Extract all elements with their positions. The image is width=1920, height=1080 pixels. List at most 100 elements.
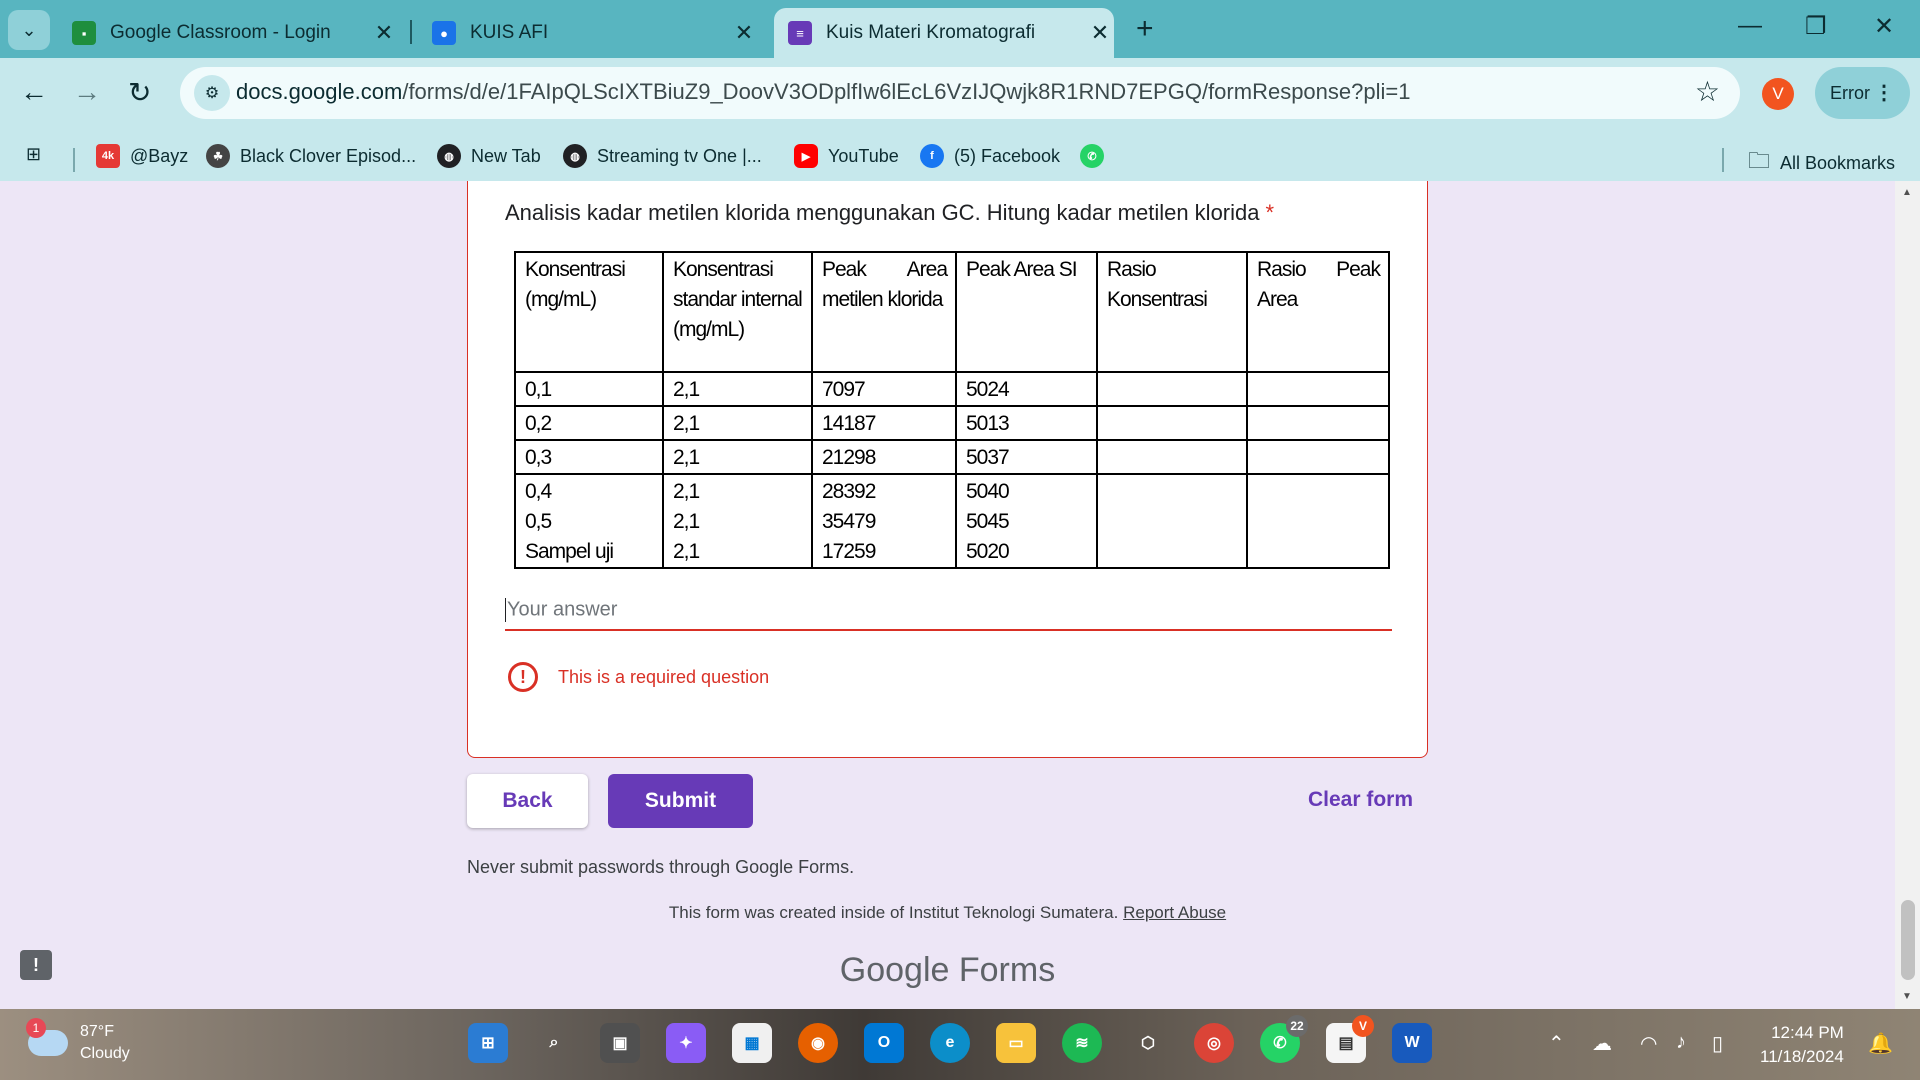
scroll-thumb[interactable] — [1901, 900, 1915, 980]
report-abuse-link[interactable]: Report Abuse — [1123, 903, 1226, 922]
question-title: Analisis kadar metilen klorida menggunak… — [505, 200, 1274, 226]
chevron-up-icon[interactable]: ⌃ — [1548, 1031, 1565, 1056]
cell-line: 5020 — [966, 540, 1010, 563]
back-button[interactable]: Back — [467, 774, 588, 828]
feedback-icon[interactable]: ! — [20, 950, 52, 980]
answer-input[interactable]: Your answer — [505, 583, 1392, 631]
tab-google-classroom[interactable]: ▪ Google Classroom - Login ✕ — [58, 8, 398, 58]
table-cell — [1246, 473, 1390, 569]
file-explorer-icon[interactable]: ▭ — [996, 1023, 1036, 1063]
password-warning: Never submit passwords through Google Fo… — [467, 857, 855, 877]
url-text[interactable]: docs.google.com/forms/d/e/1FAIpQLScIXTBi… — [236, 79, 1410, 105]
header-konsentrasi-standar: Konsentrasi standar internal (mg/mL) — [662, 251, 813, 373]
firefox-icon[interactable]: ◉ — [798, 1023, 838, 1063]
weather-widget[interactable]: 1 87°F Cloudy — [26, 1018, 130, 1065]
table-header-row: Konsentrasi (mg/mL) Konsentrasi standar … — [514, 251, 1390, 373]
task-view-icon[interactable]: ▣ — [600, 1023, 640, 1063]
bookmark-whatsapp[interactable]: ✆ — [1080, 144, 1114, 168]
table-cell: 5013 — [955, 405, 1098, 441]
volume-icon[interactable]: ♪ — [1676, 1031, 1686, 1054]
bookmark-facebook[interactable]: f (5) Facebook — [920, 144, 1060, 168]
bookmark-label: YouTube — [828, 145, 899, 166]
error-alert-icon: ! — [508, 662, 538, 692]
reload-icon[interactable]: ↻ — [128, 76, 151, 109]
minimize-button[interactable]: — — [1738, 12, 1762, 40]
bookmark-streaming-tv-one[interactable]: ◍ Streaming tv One |... — [563, 144, 762, 168]
tab-search-button[interactable]: ⌄ — [8, 10, 50, 50]
all-bookmarks-label: All Bookmarks — [1780, 152, 1896, 173]
bookmark-label: (5) Facebook — [954, 145, 1061, 166]
created-text: This form was created inside of Institut… — [668, 903, 1119, 922]
profile-avatar[interactable]: V — [1762, 78, 1794, 110]
google-forms-logo[interactable]: Google Forms — [0, 951, 1895, 990]
word-icon[interactable]: W — [1392, 1023, 1432, 1063]
battery-icon[interactable]: ▯ — [1712, 1031, 1723, 1056]
address-bar[interactable]: ⚙ docs.google.com/forms/d/e/1FAIpQLScIXT… — [180, 67, 1740, 119]
4k-icon: 4k — [96, 144, 120, 168]
outlook-icon[interactable]: O — [864, 1023, 904, 1063]
tab-label: Google Classroom - Login — [110, 22, 331, 43]
scroll-down-icon[interactable]: ▼ — [1902, 991, 1912, 1002]
question-card: Analisis kadar metilen klorida menggunak… — [467, 181, 1428, 758]
close-tab-icon[interactable]: ✕ — [730, 20, 758, 46]
close-tab-icon[interactable]: ✕ — [1086, 20, 1114, 46]
cell-line: 2,1 — [673, 480, 700, 503]
header-rasio-peak-area: Rasio Peak Area — [1246, 251, 1390, 373]
windows-start-icon[interactable]: ⊞ — [468, 1023, 508, 1063]
new-tab-button[interactable]: + — [1136, 12, 1154, 46]
copilot-icon[interactable]: ✦ — [666, 1023, 706, 1063]
tab-kuis-afi[interactable]: ● KUIS AFI ✕ — [418, 8, 758, 58]
table-cell — [1246, 405, 1390, 441]
cloud-icon: 1 — [26, 1018, 68, 1056]
clover-icon: ☘ — [206, 144, 230, 168]
more-menu-icon[interactable]: ⋮ — [1874, 80, 1894, 105]
cell-line: 5040 — [966, 480, 1010, 503]
cell-line: 17259 — [822, 540, 876, 563]
error-button[interactable]: Error ⋮ — [1815, 67, 1910, 119]
bookmark-bayz[interactable]: 4k @Bayz — [96, 144, 188, 168]
close-tab-icon[interactable]: ✕ — [370, 20, 398, 46]
whatsapp-taskbar-icon[interactable]: ✆ 22 — [1260, 1015, 1308, 1063]
page-scrollbar[interactable]: ▲ ▼ — [1895, 181, 1920, 1009]
table-cell — [1096, 371, 1248, 407]
edge-icon[interactable]: e — [930, 1023, 970, 1063]
bookmark-star-icon[interactable]: ☆ — [1695, 75, 1720, 108]
bookmark-black-clover[interactable]: ☘ Black Clover Episod... — [206, 144, 416, 168]
windows-taskbar: 1 87°F Cloudy ⊞ ⌕ ▣ ✦ ▦ ◉ O e ▭ ≋ ⬡ ◎ ✆ … — [0, 1009, 1920, 1080]
restore-button[interactable]: ❐ — [1805, 12, 1827, 41]
notification-bell-icon[interactable]: 🔔 — [1868, 1031, 1893, 1056]
close-window-button[interactable]: ✕ — [1874, 12, 1894, 41]
clear-form-button[interactable]: Clear form — [1308, 788, 1413, 812]
header-line: metilen klorida — [822, 288, 943, 311]
bookmark-youtube[interactable]: ▶ YouTube — [794, 144, 899, 168]
search-icon[interactable]: ⌕ — [534, 1023, 574, 1063]
header-word: Peak — [822, 258, 867, 281]
youtube-icon: ▶ — [794, 144, 818, 168]
header-word: Area — [906, 258, 948, 281]
3d-box-icon[interactable]: ⬡ — [1128, 1023, 1168, 1063]
system-clock[interactable]: 12:44 PM 11/18/2024 — [1760, 1021, 1844, 1069]
cell-line: 2,1 — [673, 510, 700, 533]
table-cell: 5037 — [955, 439, 1098, 475]
bookmark-label: @Bayz — [130, 145, 189, 166]
onedrive-icon[interactable]: ☁ — [1592, 1031, 1612, 1056]
tab-kuis-materi-kromatografi[interactable]: ≡ Kuis Materi Kromatografi ✕ — [774, 8, 1114, 58]
error-label: Error — [1830, 82, 1870, 103]
chrome-icon[interactable]: ◎ — [1194, 1023, 1234, 1063]
wifi-icon[interactable]: ◠ — [1640, 1031, 1657, 1056]
site-settings-icon[interactable]: ⚙ — [194, 75, 230, 111]
back-arrow-icon[interactable]: ← — [20, 76, 48, 108]
apps-grid-icon[interactable]: ⊞ — [26, 144, 41, 165]
table-cell — [1096, 439, 1248, 475]
all-bookmarks-button[interactable]: 🗀 All Bookmarks — [1748, 144, 1895, 182]
notepad-icon[interactable]: ▤ V — [1326, 1015, 1374, 1063]
bookmark-new-tab[interactable]: ◍ New Tab — [437, 144, 541, 168]
header-peak-area: Peak Area metilen klorida — [811, 251, 957, 373]
submit-button[interactable]: Submit — [608, 774, 753, 828]
tab-label: KUIS AFI — [470, 22, 549, 43]
bookmark-separator — [73, 148, 75, 172]
store-icon[interactable]: ▦ — [732, 1023, 772, 1063]
scroll-up-icon[interactable]: ▲ — [1902, 187, 1912, 198]
forward-arrow-icon[interactable]: → — [73, 76, 101, 108]
spotify-icon[interactable]: ≋ — [1062, 1023, 1102, 1063]
